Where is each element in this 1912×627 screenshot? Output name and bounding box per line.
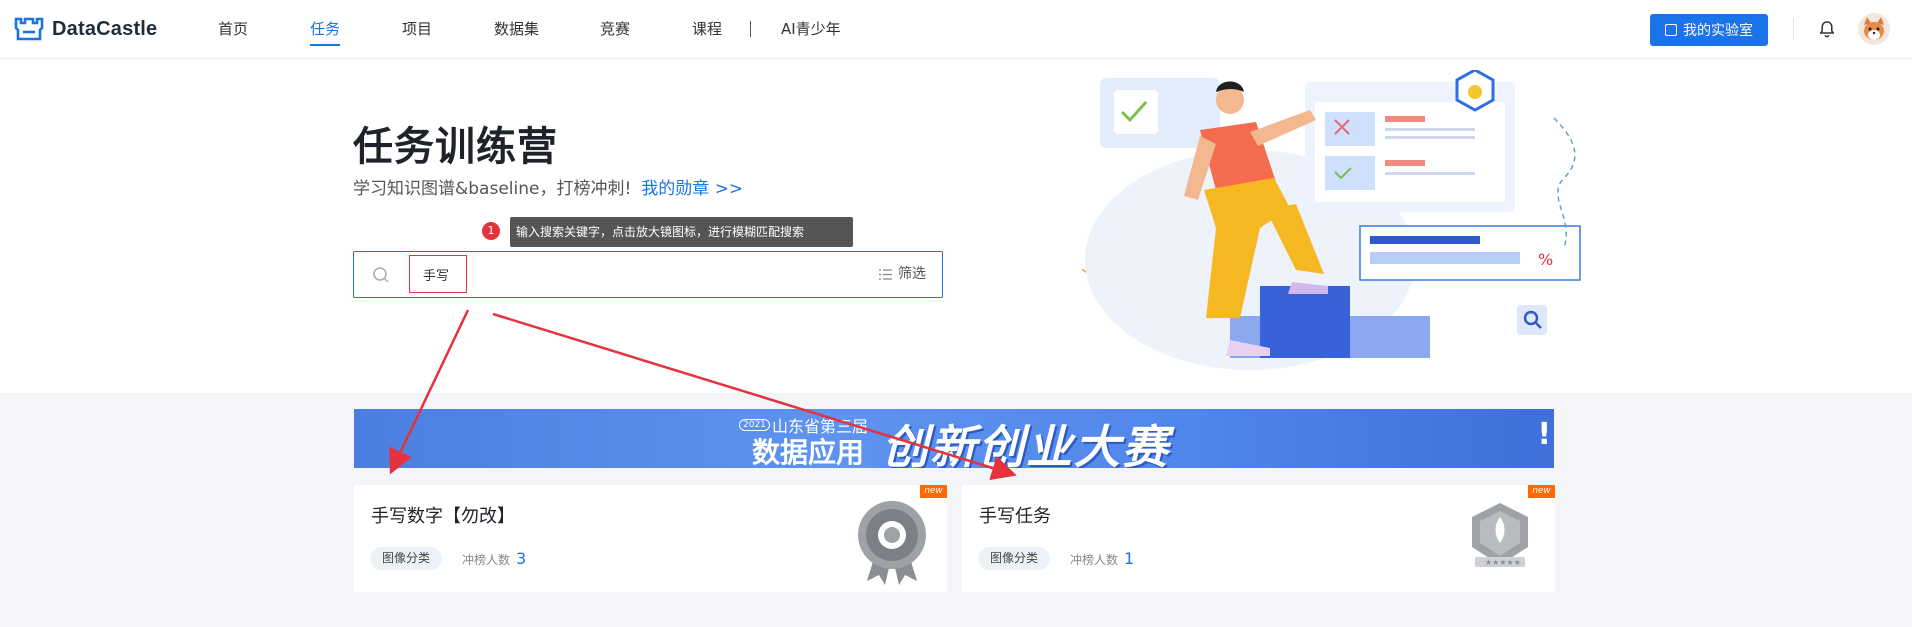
avatar[interactable] [1858, 13, 1890, 45]
nav-home[interactable]: 首页 [218, 0, 248, 58]
nav-datasets[interactable]: 数据集 [494, 0, 539, 58]
task-card-tag: 图像分类 [978, 547, 1051, 570]
svg-text:%: % [1538, 250, 1553, 269]
banner-mid-text: 数据应用 [752, 436, 865, 468]
my-medals-label: 我的勋章 [641, 179, 710, 199]
my-medals-link[interactable]: 我的勋章 >> [641, 179, 743, 199]
nav-projects[interactable]: 项目 [402, 0, 432, 58]
search-icon[interactable] [372, 266, 390, 284]
filter-button[interactable]: 筛选 [879, 252, 926, 297]
rank-count: 3 [516, 549, 527, 568]
castle-logo-icon [14, 17, 44, 41]
task-card[interactable]: new 手写数字【勿改】 图像分类 冲榜人数 3 [354, 485, 947, 592]
task-card-tag: 图像分类 [370, 547, 443, 570]
task-card-title: 手写数字【勿改】 [371, 506, 515, 527]
rank-label: 冲榜人数 [462, 553, 511, 567]
annotation-step-badge: 1 [482, 222, 500, 240]
page-title: 任务训练营 [353, 124, 558, 170]
bell-icon[interactable] [1817, 19, 1837, 39]
nav-courses[interactable]: 课程 [692, 0, 722, 58]
banner-year-badge: 2021 [739, 419, 770, 431]
task-card-title: 手写任务 [979, 506, 1051, 527]
search-input[interactable] [409, 255, 467, 293]
list-icon [879, 268, 892, 280]
double-chevron-right-icon: >> [714, 179, 744, 199]
task-card-rank: 冲榜人数 3 [462, 547, 526, 572]
search-bar: 筛选 [353, 251, 943, 298]
nav-competitions[interactable]: 竞赛 [600, 0, 630, 58]
nav-ai-youth[interactable]: AI青少年 [781, 0, 841, 58]
rank-count: 1 [1124, 549, 1135, 568]
my-lab-button[interactable]: 我的实验室 [1650, 14, 1768, 46]
banner-big-text: 创新创业大赛 [882, 420, 1170, 468]
rank-label: 冲榜人数 [1070, 553, 1119, 567]
annotation-tooltip: 输入搜索关键字，点击放大镜图标，进行模糊匹配搜索 [510, 217, 853, 247]
page-subtitle: 学习知识图谱&baseline，打榜冲刺! 我的勋章 >> [353, 174, 743, 199]
gear-medal-icon [858, 501, 926, 585]
header-divider [1793, 18, 1794, 40]
logo[interactable]: DataCastle [14, 15, 157, 43]
competition-banner[interactable]: 2021 山东省第三届 数据应用 创新创业大赛 ! [354, 409, 1554, 468]
task-card-rank: 冲榜人数 1 [1070, 547, 1134, 572]
brand-name: DataCastle [52, 17, 158, 40]
top-navigation-bar: DataCastle 首页 任务 项目 数据集 竞赛 课程 AI青少年 我的实验… [0, 0, 1912, 59]
svg-text:★★★★★: ★★★★★ [1485, 558, 1521, 567]
banner-exclaim: ! [1537, 417, 1551, 452]
hero-illustration: % [1080, 70, 1581, 370]
task-card[interactable]: new 手写任务 图像分类 冲榜人数 1 ★★★★★ [962, 485, 1555, 592]
nav-divider [750, 21, 751, 37]
rocket-medal-icon: ★★★★★ [1472, 503, 1528, 567]
subtitle-text: 学习知识图谱&baseline，打榜冲刺! [353, 179, 632, 199]
filter-label: 筛选 [898, 266, 926, 282]
my-lab-label: 我的实验室 [1683, 23, 1753, 39]
nav-tasks[interactable]: 任务 [310, 0, 341, 58]
lab-icon [1665, 24, 1677, 36]
